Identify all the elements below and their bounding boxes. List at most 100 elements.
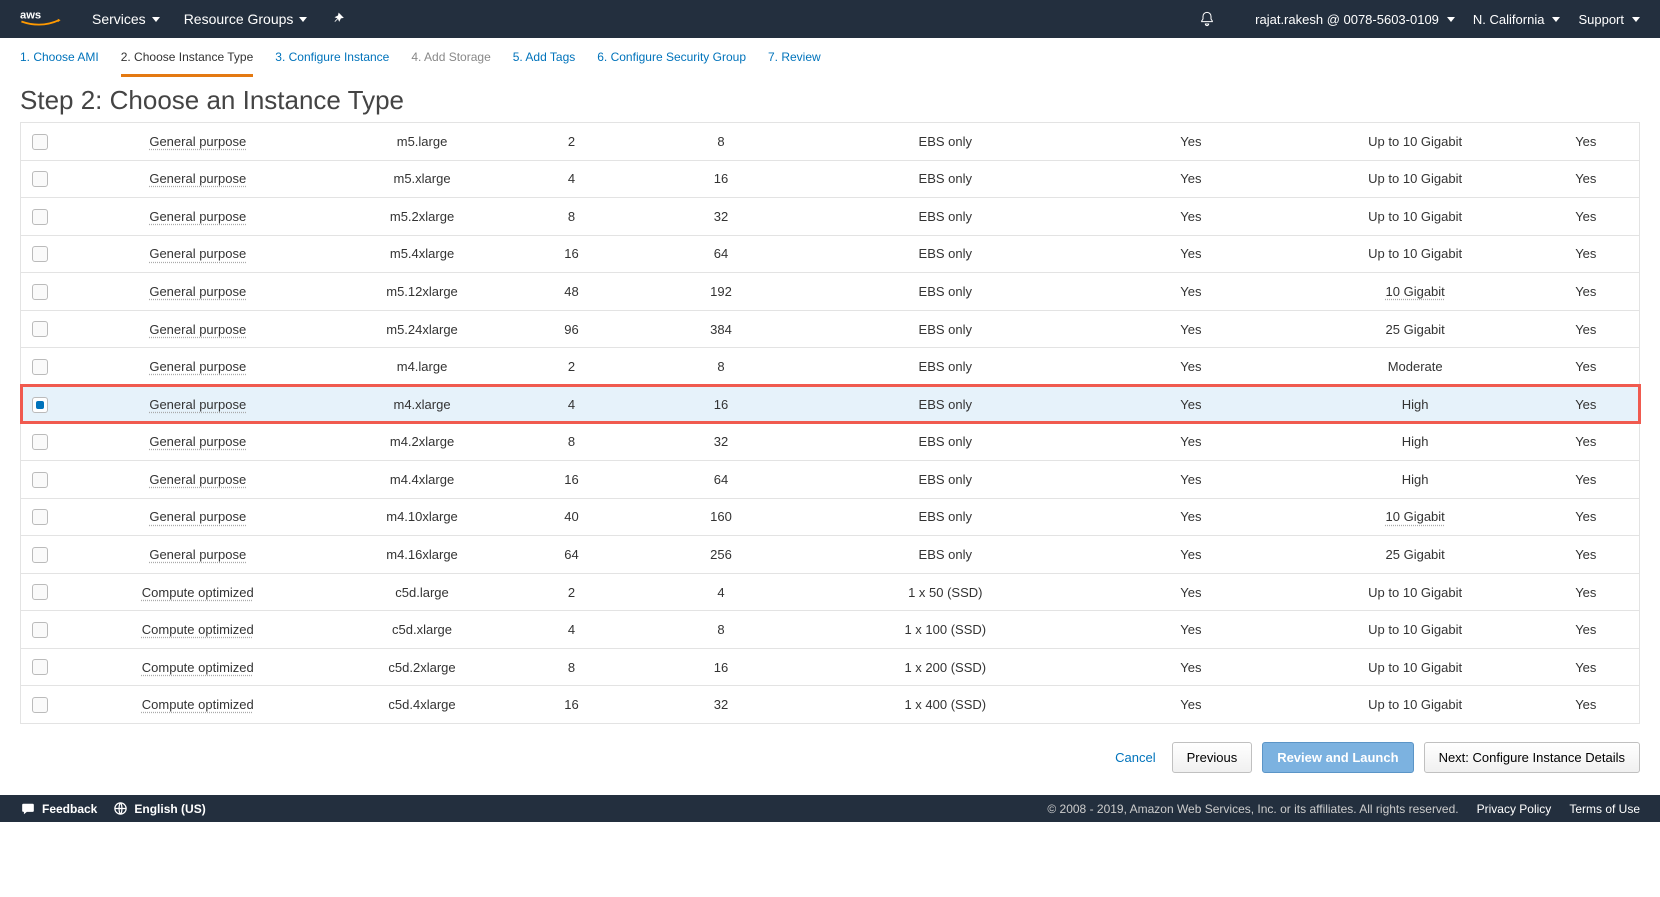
cell-ebs-optimized: Yes xyxy=(1084,235,1298,273)
cell-ipv6: Yes xyxy=(1533,123,1640,161)
cell-storage: EBS only xyxy=(806,423,1084,461)
cell-network-performance: Up to 10 Gigabit xyxy=(1298,235,1533,273)
row-checkbox[interactable] xyxy=(32,509,48,525)
row-checkbox[interactable] xyxy=(32,659,48,675)
svg-text:aws: aws xyxy=(20,9,41,21)
console-footer: Feedback English (US) © 2008 - 2019, Ama… xyxy=(0,795,1660,822)
cell-storage: 1 x 50 (SSD) xyxy=(806,573,1084,611)
cell-memory: 256 xyxy=(636,536,807,574)
cell-storage: EBS only xyxy=(806,273,1084,311)
resource-groups-menu[interactable]: Resource Groups xyxy=(184,11,308,27)
instance-type-table: General purposem5.large28EBS onlyYesUp t… xyxy=(20,122,1640,724)
bell-icon[interactable] xyxy=(1199,11,1215,27)
row-checkbox[interactable] xyxy=(32,547,48,563)
cell-type: m5.xlarge xyxy=(337,160,508,198)
row-checkbox[interactable] xyxy=(32,397,48,413)
table-row[interactable]: General purposem4.16xlarge64256EBS onlyY… xyxy=(21,536,1640,574)
services-menu[interactable]: Services xyxy=(92,11,160,27)
table-row[interactable]: General purposem5.large28EBS onlyYesUp t… xyxy=(21,123,1640,161)
cell-storage: EBS only xyxy=(806,198,1084,236)
row-checkbox[interactable] xyxy=(32,171,48,187)
cell-ipv6: Yes xyxy=(1533,423,1640,461)
cell-type: c5d.2xlarge xyxy=(337,648,508,686)
feedback-link[interactable]: Feedback xyxy=(20,802,97,816)
instance-type-table-wrap: General purposem5.large28EBS onlyYesUp t… xyxy=(0,122,1660,724)
cell-storage: 1 x 200 (SSD) xyxy=(806,648,1084,686)
row-checkbox[interactable] xyxy=(32,321,48,337)
cell-vcpu: 16 xyxy=(507,686,635,724)
cell-ebs-optimized: Yes xyxy=(1084,648,1298,686)
cell-network-performance: 10 Gigabit xyxy=(1298,498,1533,536)
row-checkbox[interactable] xyxy=(32,134,48,150)
table-row[interactable]: Compute optimizedc5d.4xlarge16321 x 400 … xyxy=(21,686,1640,724)
table-row[interactable]: General purposem5.12xlarge48192EBS onlyY… xyxy=(21,273,1640,311)
cell-family: General purpose xyxy=(59,461,337,499)
table-row[interactable]: General purposem4.4xlarge1664EBS onlyYes… xyxy=(21,461,1640,499)
table-row[interactable]: General purposem4.2xlarge832EBS onlyYesH… xyxy=(21,423,1640,461)
cell-ebs-optimized: Yes xyxy=(1084,686,1298,724)
row-checkbox[interactable] xyxy=(32,697,48,713)
globe-icon xyxy=(113,801,128,816)
services-label: Services xyxy=(92,11,146,27)
cell-type: m5.12xlarge xyxy=(337,273,508,311)
terms-link[interactable]: Terms of Use xyxy=(1569,802,1640,816)
wizard-step-5[interactable]: 5. Add Tags xyxy=(513,50,576,77)
cell-vcpu: 4 xyxy=(507,385,635,423)
cell-type: c5d.4xlarge xyxy=(337,686,508,724)
table-row[interactable]: Compute optimizedc5d.2xlarge8161 x 200 (… xyxy=(21,648,1640,686)
cell-ipv6: Yes xyxy=(1533,573,1640,611)
row-checkbox[interactable] xyxy=(32,359,48,375)
cell-type: c5d.large xyxy=(337,573,508,611)
cell-family: General purpose xyxy=(59,423,337,461)
cancel-link[interactable]: Cancel xyxy=(1115,750,1155,765)
page-heading: Step 2: Choose an Instance Type xyxy=(0,77,1660,122)
row-checkbox[interactable] xyxy=(32,584,48,600)
account-menu[interactable]: rajat.rakesh @ 0078-5603-0109 xyxy=(1255,12,1455,27)
chevron-down-icon xyxy=(1447,17,1455,22)
wizard-step-7[interactable]: 7. Review xyxy=(768,50,821,77)
cell-ebs-optimized: Yes xyxy=(1084,310,1298,348)
wizard-step-6[interactable]: 6. Configure Security Group xyxy=(597,50,746,77)
wizard-step-2[interactable]: 2. Choose Instance Type xyxy=(121,50,254,77)
cell-ipv6: Yes xyxy=(1533,198,1640,236)
aws-logo[interactable]: aws xyxy=(20,7,62,32)
copyright-text: © 2008 - 2019, Amazon Web Services, Inc.… xyxy=(1047,802,1458,816)
wizard-step-3[interactable]: 3. Configure Instance xyxy=(275,50,389,77)
support-menu[interactable]: Support xyxy=(1578,12,1640,27)
table-row[interactable]: Compute optimizedc5d.xlarge481 x 100 (SS… xyxy=(21,611,1640,649)
table-row[interactable]: General purposem5.2xlarge832EBS onlyYesU… xyxy=(21,198,1640,236)
pin-icon[interactable] xyxy=(331,12,345,26)
table-row[interactable]: General purposem4.10xlarge40160EBS onlyY… xyxy=(21,498,1640,536)
cell-ipv6: Yes xyxy=(1533,273,1640,311)
row-checkbox[interactable] xyxy=(32,472,48,488)
table-row[interactable]: General purposem5.4xlarge1664EBS onlyYes… xyxy=(21,235,1640,273)
language-selector[interactable]: English (US) xyxy=(113,801,205,816)
cell-vcpu: 8 xyxy=(507,423,635,461)
table-row[interactable]: General purposem4.large28EBS onlyYesMode… xyxy=(21,348,1640,386)
cell-memory: 16 xyxy=(636,160,807,198)
table-row[interactable]: Compute optimizedc5d.large241 x 50 (SSD)… xyxy=(21,573,1640,611)
cell-storage: EBS only xyxy=(806,461,1084,499)
review-and-launch-button[interactable]: Review and Launch xyxy=(1262,742,1413,773)
row-checkbox[interactable] xyxy=(32,434,48,450)
cell-memory: 16 xyxy=(636,385,807,423)
wizard-step-1[interactable]: 1. Choose AMI xyxy=(20,50,99,77)
table-row[interactable]: General purposem4.xlarge416EBS onlyYesHi… xyxy=(21,385,1640,423)
row-checkbox[interactable] xyxy=(32,284,48,300)
privacy-link[interactable]: Privacy Policy xyxy=(1477,802,1552,816)
cell-vcpu: 4 xyxy=(507,160,635,198)
row-checkbox[interactable] xyxy=(32,209,48,225)
next-configure-button[interactable]: Next: Configure Instance Details xyxy=(1424,742,1640,773)
table-row[interactable]: General purposem5.24xlarge96384EBS onlyY… xyxy=(21,310,1640,348)
cell-network-performance: Up to 10 Gigabit xyxy=(1298,611,1533,649)
cell-ebs-optimized: Yes xyxy=(1084,160,1298,198)
region-menu[interactable]: N. California xyxy=(1473,12,1561,27)
row-checkbox[interactable] xyxy=(32,246,48,262)
cell-memory: 4 xyxy=(636,573,807,611)
table-row[interactable]: General purposem5.xlarge416EBS onlyYesUp… xyxy=(21,160,1640,198)
aws-top-nav: aws Services Resource Groups rajat.rakes… xyxy=(0,0,1660,38)
cell-ebs-optimized: Yes xyxy=(1084,423,1298,461)
region-label: N. California xyxy=(1473,12,1545,27)
previous-button[interactable]: Previous xyxy=(1172,742,1253,773)
row-checkbox[interactable] xyxy=(32,622,48,638)
